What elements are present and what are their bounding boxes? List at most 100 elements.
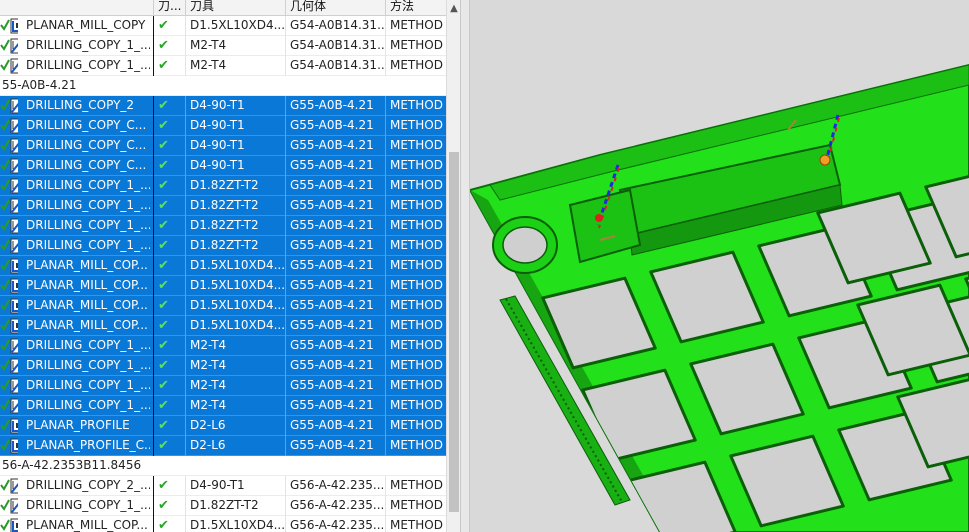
operation-row[interactable]: PLANAR_MILL_COP... ✔ D1.5XL10XD4... G56-A-4… [0,516,446,532]
column-divider [285,396,286,416]
column-divider [285,316,286,336]
operation-row[interactable]: DRILLING_COPY_C... ✔ D4-90-T1 G55-A0B-4.21 M… [0,156,446,176]
operation-tool: M2-T4 [190,58,227,72]
operation-row[interactable]: DRILLING_COPY_1_... ✔ D1.82ZT-T2 G55-A0B-4.… [0,196,446,216]
operation-row[interactable]: DRILLING_COPY_1_... ✔ M2-T4 G55-A0B-4.21 MET… [0,356,446,376]
operation-tool: D4-90-T1 [190,138,245,152]
status-check-icon: ✔ [158,118,169,133]
column-divider [385,416,386,436]
operation-geometry: G55-A0B-4.21 [290,158,374,172]
column-divider [285,116,286,136]
operation-row[interactable]: DRILLING_COPY_1_... ✔ M2-T4 G54-A0B14.31...… [0,36,446,56]
column-divider [153,416,154,436]
column-divider [185,56,186,76]
operation-row[interactable]: PLANAR_PROFILE_C... ✔ D2-L6 G55-A0B-4.21 MET… [0,436,446,456]
scroll-up-arrow-icon[interactable]: ▲ [447,0,460,18]
column-divider [285,56,286,76]
status-check-icon: ✔ [158,478,169,493]
status-check-icon: ✔ [158,178,169,193]
operation-method: METHOD [390,18,443,32]
column-header-method[interactable]: 方法 [385,0,446,15]
operation-row[interactable]: DRILLING_COPY_1_... ✔ M2-T4 G54-A0B14.31...… [0,56,446,76]
status-check-icon: ✔ [158,98,169,113]
operation-tool: M2-T4 [190,38,227,52]
column-divider [153,96,154,116]
vertical-scrollbar[interactable]: ▲ [446,0,460,532]
column-divider [285,436,286,456]
operation-row[interactable]: DRILLING_COPY_1_... ✔ D1.82ZT-T2 G55-A0B-4.… [0,236,446,256]
column-divider [285,216,286,236]
operation-name: DRILLING_COPY_1_... [26,178,150,192]
operation-name: PLANAR_MILL_COP... [26,278,148,292]
operation-row[interactable]: PLANAR_PROFILE ✔ D2-L6 G55-A0B-4.21 METHOD [0,416,446,436]
column-divider [285,16,286,36]
operation-row[interactable]: PLANAR_MILL_COP... ✔ D1.5XL10XD4... G55-A0B… [0,256,446,276]
operation-row[interactable]: DRILLING_COPY_1_... ✔ M2-T4 G55-A0B-4.21 MET… [0,376,446,396]
operation-geometry: G56-A-42.235... [290,498,384,512]
drilling-operation-icon [0,358,18,374]
operation-tool: D1.5XL10XD4... [190,18,284,32]
operation-row[interactable]: DRILLING_COPY_1_... ✔ M2-T4 G55-A0B-4.21 MET… [0,336,446,356]
column-divider [285,476,286,496]
planar-mill-operation-icon [0,438,18,454]
operation-method: METHOD [390,378,443,392]
operation-geometry: G55-A0B-4.21 [290,318,374,332]
column-header-bar: 刀... 刀具 几何体 方法 [0,0,446,16]
status-check-icon: ✔ [158,158,169,173]
scrollbar-thumb[interactable] [449,152,459,512]
column-divider [385,156,386,176]
drilling-operation-icon [0,178,18,194]
operation-row[interactable]: DRILLING_COPY_1_... ✔ M2-T4 G55-A0B-4.21 MET… [0,396,446,416]
operation-row[interactable]: DRILLING_COPY_C... ✔ D4-90-T1 G55-A0B-4.21 M… [0,116,446,136]
column-divider [185,376,186,396]
column-divider [385,476,386,496]
operation-row[interactable]: DRILLING_COPY_1_... ✔ D1.82ZT-T2 G56-A-42.2… [0,496,446,516]
column-divider [285,416,286,436]
operation-row[interactable]: PLANAR_MILL_COP... ✔ D1.5XL10XD4... G55-A0B… [0,296,446,316]
operation-method: METHOD [390,218,443,232]
column-divider [385,196,386,216]
operation-geometry: G55-A0B-4.21 [290,218,374,232]
group-row[interactable]: 56-A-42.2353B11.8456 [0,456,446,476]
panel-splitter[interactable] [460,0,470,532]
status-check-icon: ✔ [158,338,169,353]
operation-method: METHOD [390,418,443,432]
operation-name: DRILLING_COPY_1_... [26,38,150,52]
operation-method: METHOD [390,38,443,52]
column-header-geometry[interactable]: 几何体 [285,0,385,15]
operation-row[interactable]: DRILLING_COPY_2_... ✔ D4-90-T1 G56-A-42.235… [0,476,446,496]
operation-row[interactable]: PLANAR_MILL_COP... ✔ D1.5XL10XD4... G55-A0B… [0,316,446,336]
operation-row[interactable]: DRILLING_COPY_1_... ✔ D1.82ZT-T2 G55-A0B-4.… [0,176,446,196]
status-check-icon: ✔ [158,238,169,253]
column-divider [385,336,386,356]
drilling-operation-icon [0,138,18,154]
operation-geometry: G55-A0B-4.21 [290,338,374,352]
operation-method: METHOD [390,158,443,172]
operation-row[interactable]: DRILLING_COPY_1_... ✔ D1.82ZT-T2 G55-A0B-4.… [0,216,446,236]
group-row[interactable]: 55-A0B-4.21 [0,76,446,96]
operation-row[interactable]: DRILLING_COPY_C... ✔ D4-90-T1 G55-A0B-4.21 M… [0,136,446,156]
operation-tool: D4-90-T1 [190,98,245,112]
status-check-icon: ✔ [158,258,169,273]
status-check-icon: ✔ [158,198,169,213]
operation-method: METHOD [390,298,443,312]
operation-name: DRILLING_COPY_C... [26,138,147,152]
column-divider [285,356,286,376]
operation-row[interactable]: PLANAR_MILL_COP... ✔ D1.5XL10XD4... G55-A0B… [0,276,446,296]
column-header-tool[interactable]: 刀具 [185,0,285,15]
graphics-viewport[interactable] [470,0,969,532]
operation-tool: D4-90-T1 [190,478,245,492]
drilling-operation-icon [0,158,18,174]
column-divider [385,276,386,296]
planar-mill-operation-icon [0,298,18,314]
operation-name: DRILLING_COPY_1_... [26,218,150,232]
operation-name: DRILLING_COPY_C... [26,158,147,172]
column-header-check[interactable]: 刀... [153,0,185,15]
operation-row[interactable]: DRILLING_COPY_2 ✔ D4-90-T1 G55-A0B-4.21 METH… [0,96,446,116]
operation-name: DRILLING_COPY_1_... [26,58,150,72]
column-divider [285,296,286,316]
operation-row[interactable]: PLANAR_MILL_COPY ✔ D1.5XL10XD4... G54-A0B14… [0,16,446,36]
column-divider [285,276,286,296]
drilling-operation-icon [0,198,18,214]
column-divider [385,136,386,156]
